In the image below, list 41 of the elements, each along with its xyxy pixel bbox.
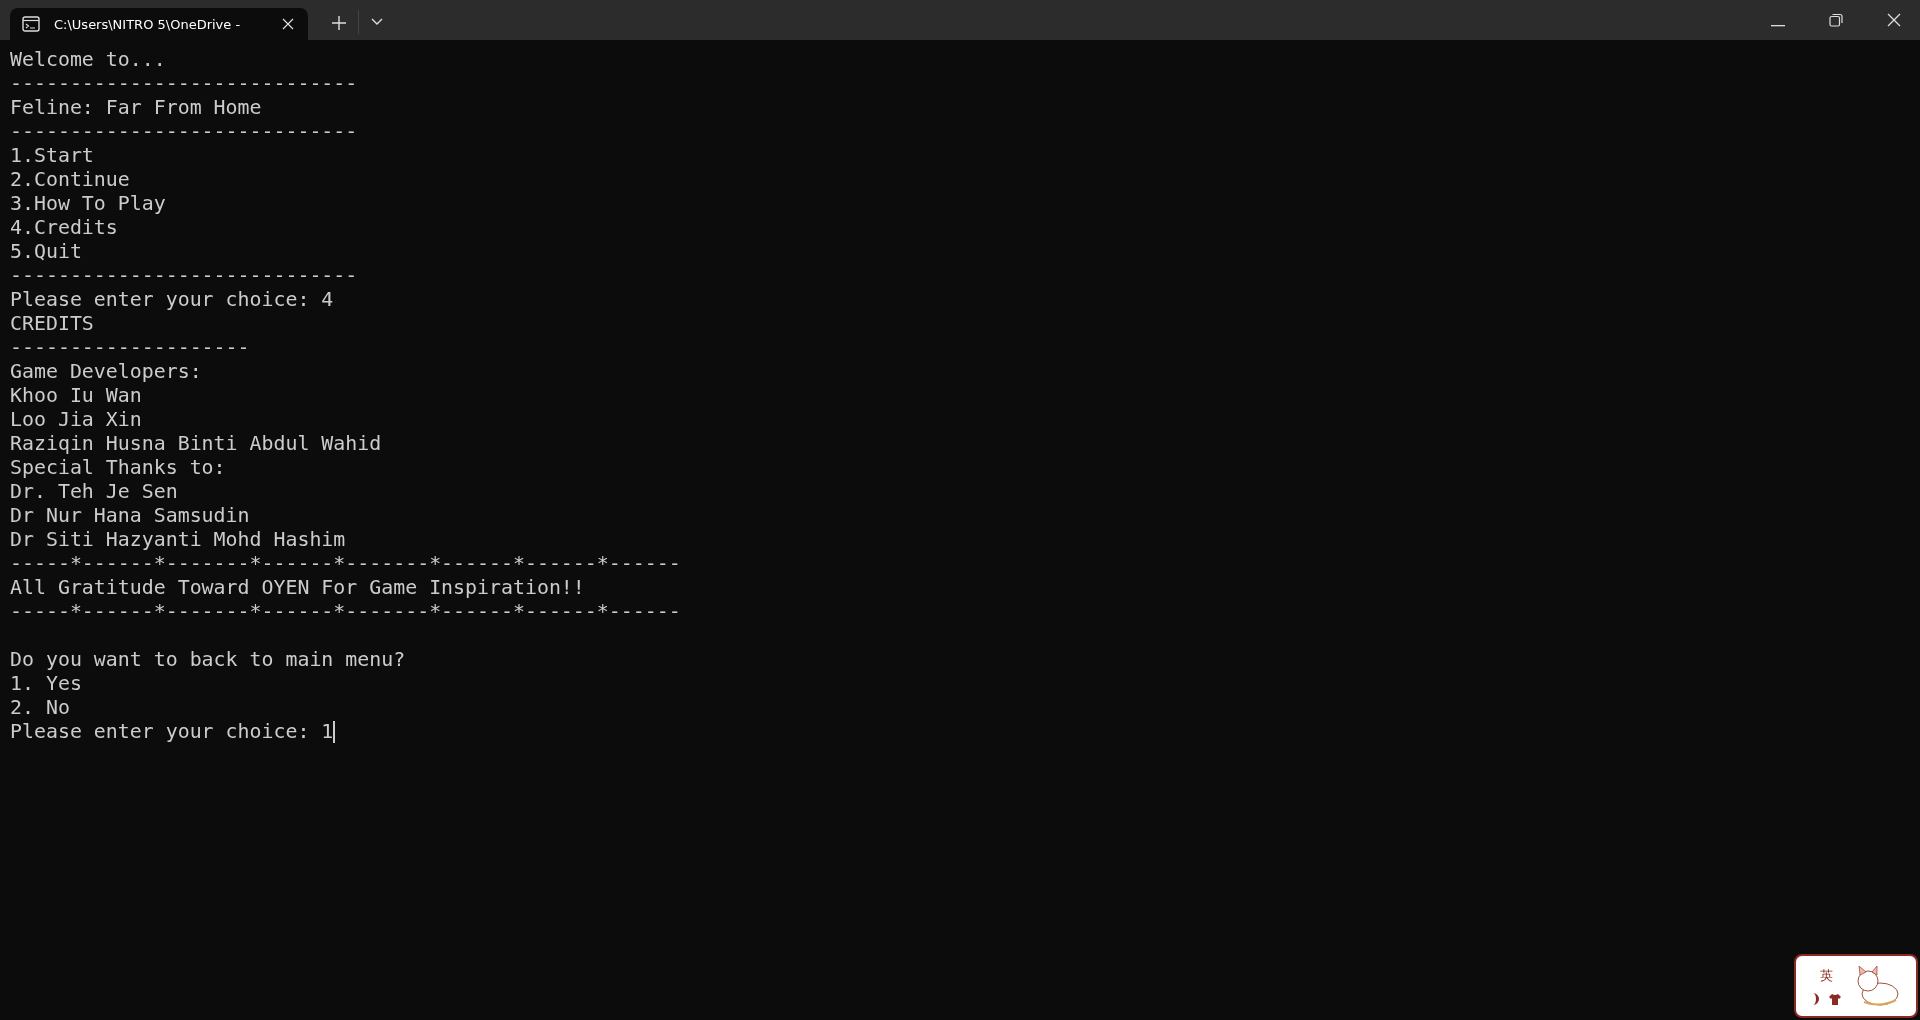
terminal-line: Special Thanks to:	[10, 456, 226, 480]
terminal-line: --------------------	[10, 336, 250, 360]
terminal-line: Game Developers:	[10, 360, 202, 384]
terminal-icon	[22, 16, 40, 32]
terminal-line: 4.Credits	[10, 216, 118, 240]
minimize-icon[interactable]	[1771, 25, 1785, 27]
terminal-line: Do you want to back to main menu?	[10, 648, 406, 672]
terminal-line: 3.How To Play	[10, 192, 166, 216]
terminal-line: Loo Jia Xin	[10, 408, 142, 432]
terminal-line: Feline: Far From Home	[10, 96, 262, 120]
terminal-line: Dr. Teh Je Sen	[10, 480, 178, 504]
close-icon[interactable]	[1887, 13, 1901, 27]
terminal-line: -----------------------------	[10, 264, 358, 288]
terminal-line: -----------------------------	[10, 120, 358, 144]
terminal-line: 2.Continue	[10, 168, 130, 192]
terminal-line: 1. Yes	[10, 672, 82, 696]
ime-indicator[interactable]: 英	[1794, 954, 1918, 1018]
shirt-icon	[1829, 993, 1841, 1005]
terminal-line: All Gratitude Toward OYEN For Game Inspiration!!	[10, 576, 585, 600]
terminal-line: Khoo Iu Wan	[10, 384, 142, 408]
moon-icon	[1811, 993, 1819, 1005]
terminal-line: Welcome to...	[10, 48, 166, 72]
terminal-line: Dr Siti Hazyanti Mohd Hashim	[10, 528, 346, 552]
close-tab-icon[interactable]	[282, 18, 294, 30]
terminal-line: 2. No	[10, 696, 70, 720]
terminal-line: CREDITS	[10, 312, 94, 336]
terminal-line: 5.Quit	[10, 240, 82, 264]
terminal-line: Raziqin Husna Binti Abdul Wahid	[10, 432, 382, 456]
new-tab-icon[interactable]	[332, 16, 346, 30]
terminal-line: -----*------*-------*------*-------*------*------*------	[10, 600, 681, 624]
terminal-line: Please enter your choice: 4	[10, 288, 334, 312]
terminal-tab[interactable]: C:\Users\NITRO 5\OneDrive -	[10, 8, 308, 40]
tab-title: C:\Users\NITRO 5\OneDrive -	[54, 16, 242, 32]
terminal-line: Dr Nur Hana Samsudin	[10, 504, 250, 528]
terminal-line: Please enter your choice: 1	[10, 720, 334, 744]
dropdown-icon[interactable]	[371, 18, 383, 26]
terminal-line: -----------------------------	[10, 72, 358, 96]
restore-icon[interactable]	[1829, 13, 1843, 27]
terminal-line: -----*------*-------*------*-------*------*------*------	[10, 552, 681, 576]
input-mode-label: 英	[1819, 967, 1833, 985]
terminal-line: 1.Start	[10, 144, 94, 168]
